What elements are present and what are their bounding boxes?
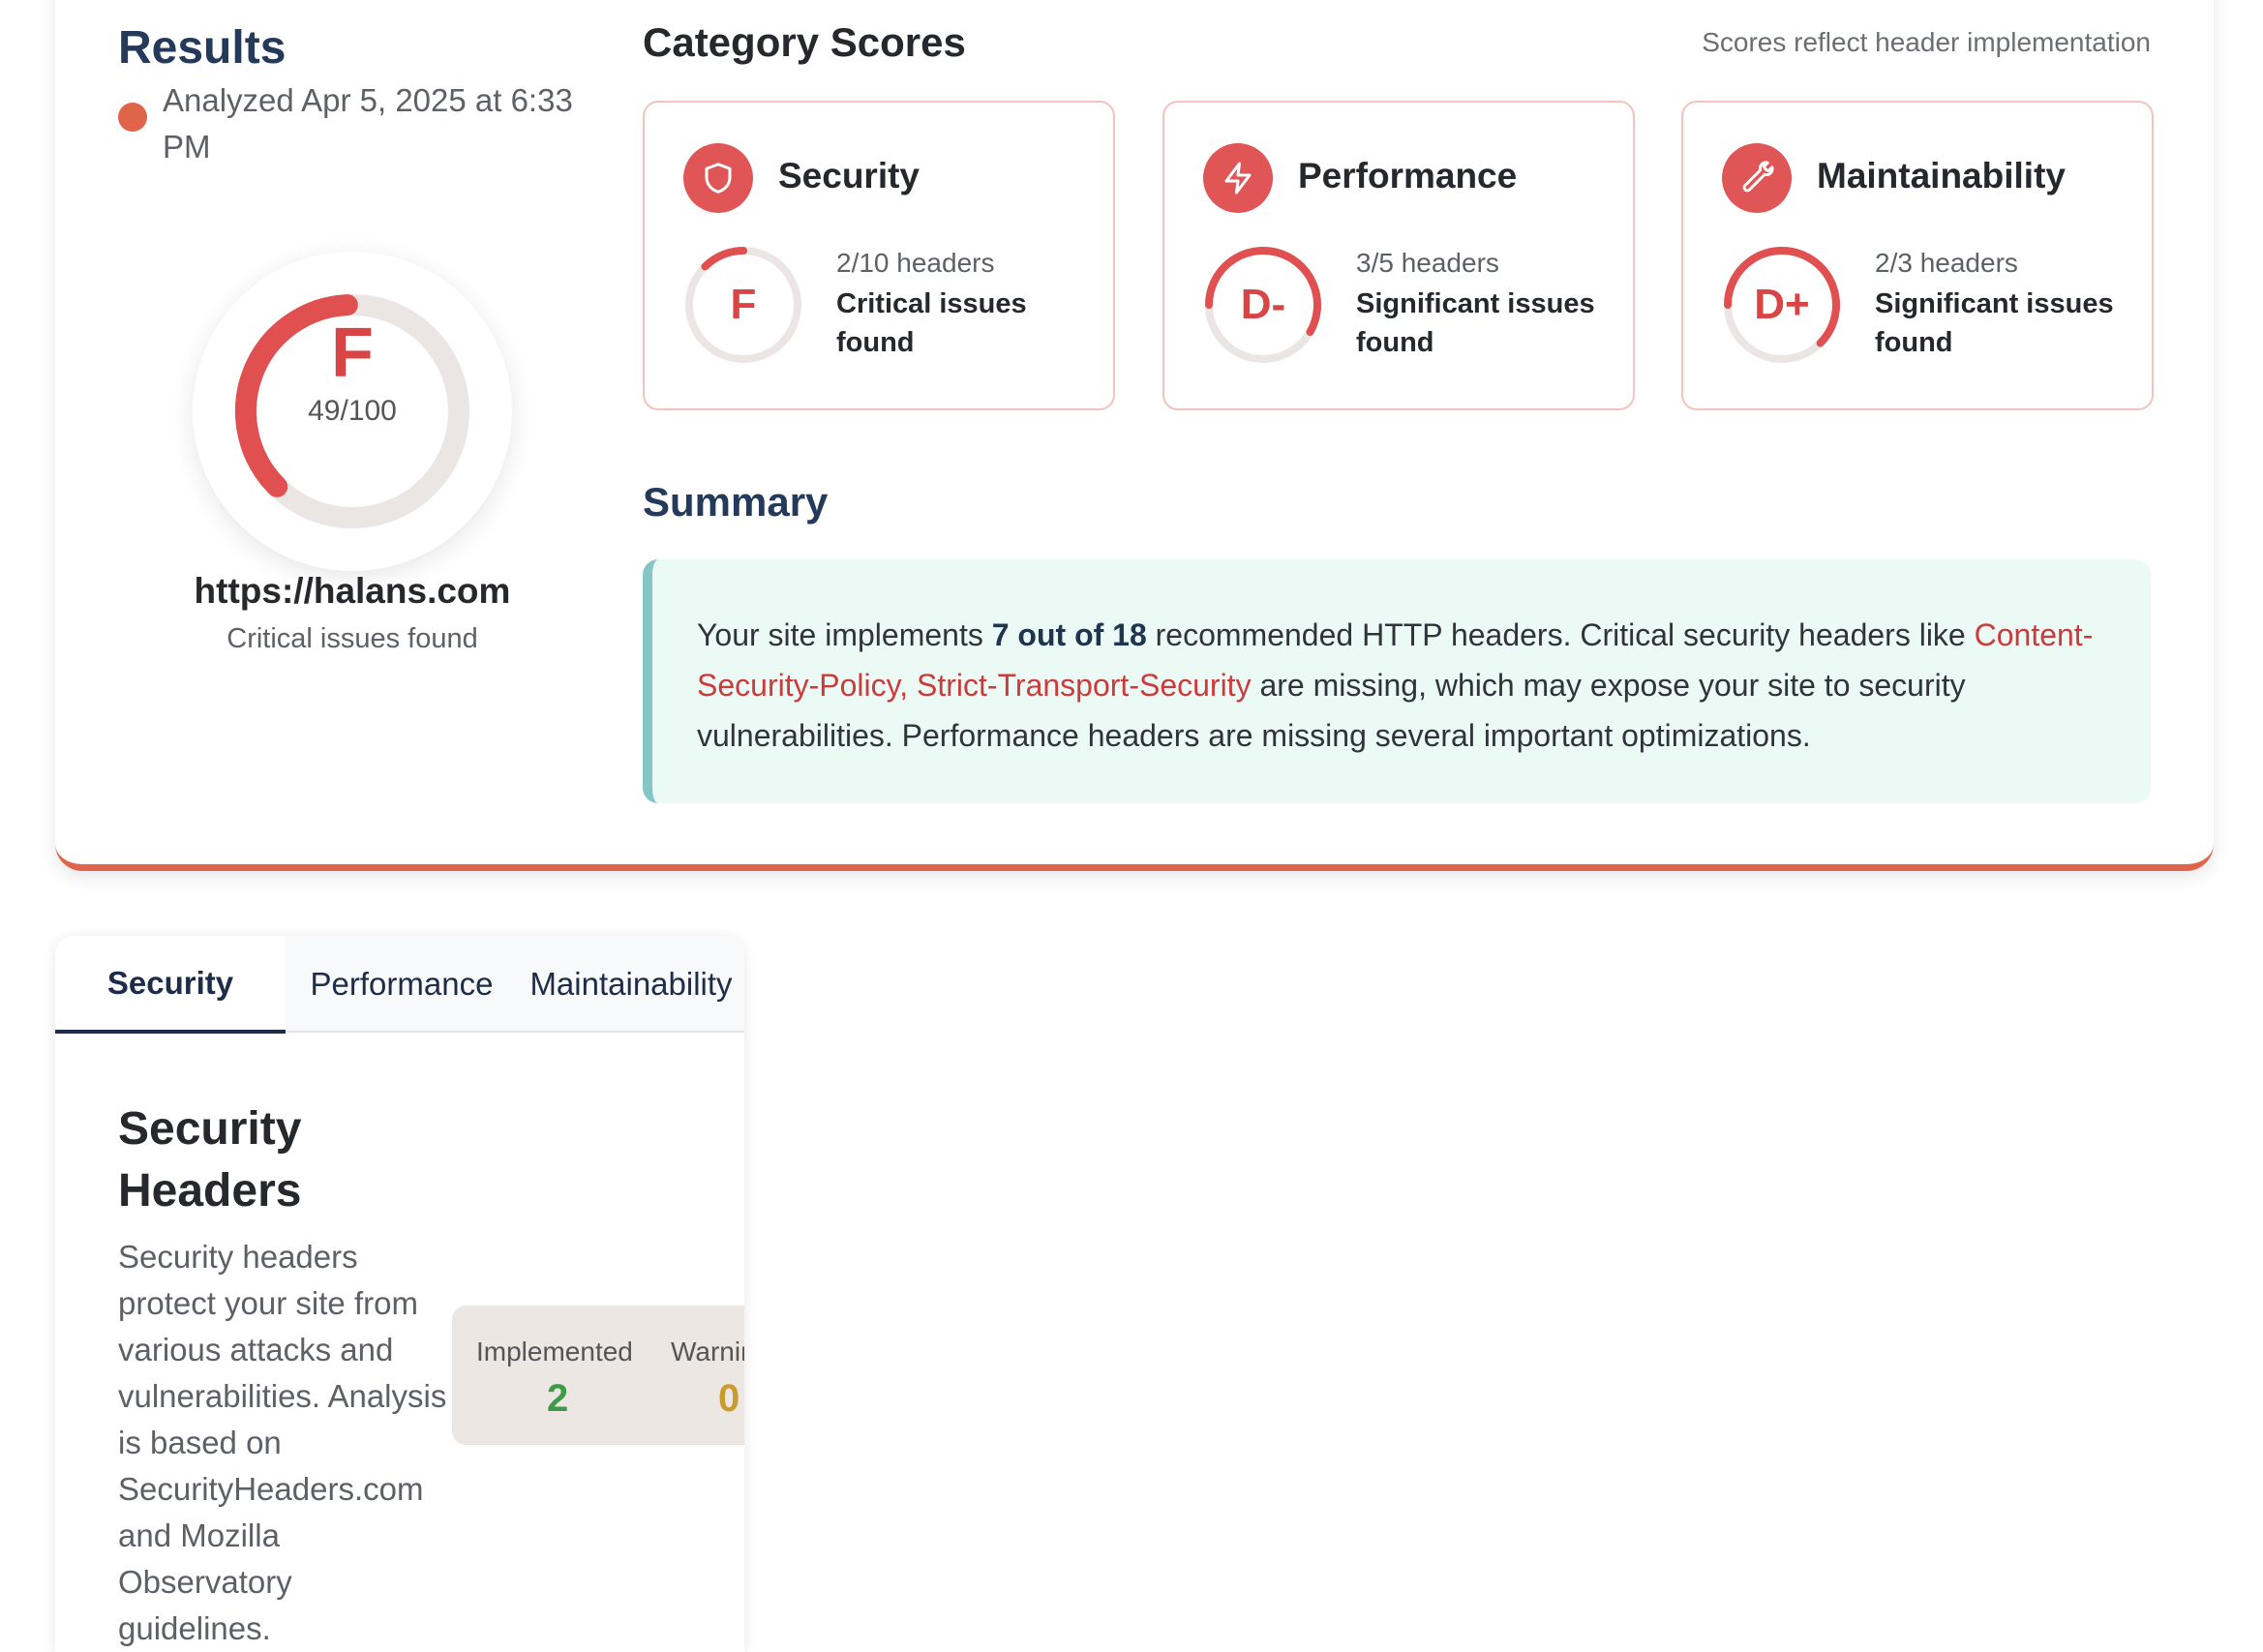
category-status: Critical issues found [836,288,1027,358]
category-scores-heading: Category Scores [643,19,966,65]
lightning-icon [1203,143,1273,213]
summary-heading: Summary [643,479,829,525]
category-header-count: 3/5 headers [1356,248,1499,278]
overall-status: Critical issues found [226,623,478,654]
category-grade: D- [1240,281,1286,328]
tab-security[interactable]: Security [55,936,286,1034]
stat-warnings-value: 0 [718,1377,740,1420]
section-title: Security Headers [118,1103,302,1216]
category-scores-note: Scores reflect header implementation [1702,27,2151,57]
stat-warnings-label: Warnings [671,1337,744,1367]
section-description: Security headers protect your site from … [118,1239,447,1646]
category-card-security: Security F 2/10 headers Critical issues … [643,101,1115,410]
results-title: Results [118,22,287,74]
results-card: Results Analyzed Apr 5, 2025 at 6:33 PM … [55,0,2214,871]
category-name: Performance [1298,156,1518,195]
category-status: Significant issues found [1356,288,1595,358]
tab-maintainability[interactable]: Maintainability [518,936,744,1033]
tab-performance[interactable]: Performance [286,936,518,1033]
category-name: Maintainability [1817,156,2066,195]
overall-grade: F [331,315,374,392]
summary-text: recommended HTTP headers. Critical secur… [1146,617,1975,652]
stat-implemented-label: Implemented [476,1337,633,1367]
category-header-count: 2/10 headers [836,248,995,278]
details-panel: Security Performance Maintainability Sec… [55,936,744,1652]
category-header-count: 2/3 headers [1875,248,2018,278]
category-card-maintainability: Maintainability D+ 2/3 headers Significa… [1681,101,2154,410]
category-grade: F [730,281,757,328]
analyzed-url: https://halans.com [194,571,511,611]
shield-icon [683,143,753,213]
header-stats-box: Implemented 2 Warnings 0 [452,1306,744,1445]
stat-implemented-value: 2 [547,1377,569,1420]
category-grade: D+ [1754,281,1810,328]
category-card-performance: Performance D- 3/5 headers Significant i… [1162,101,1635,410]
category-status: Significant issues found [1875,288,2114,358]
summary-box: Your site implements 7 out of 18 recomme… [643,559,2151,803]
overall-score-gauge: F 49/100 [193,252,512,571]
overall-score: 49/100 [308,395,397,427]
category-name: Security [778,156,920,195]
analyzed-timestamp: Analyzed Apr 5, 2025 at 6:33 PM [163,82,573,165]
wrench-icon [1722,143,1792,213]
tab-bar: Security Performance Maintainability [55,936,744,1034]
status-dot [118,103,147,132]
summary-text: Your site implements [697,617,992,652]
summary-header-count: 7 out of 18 [991,617,1147,652]
